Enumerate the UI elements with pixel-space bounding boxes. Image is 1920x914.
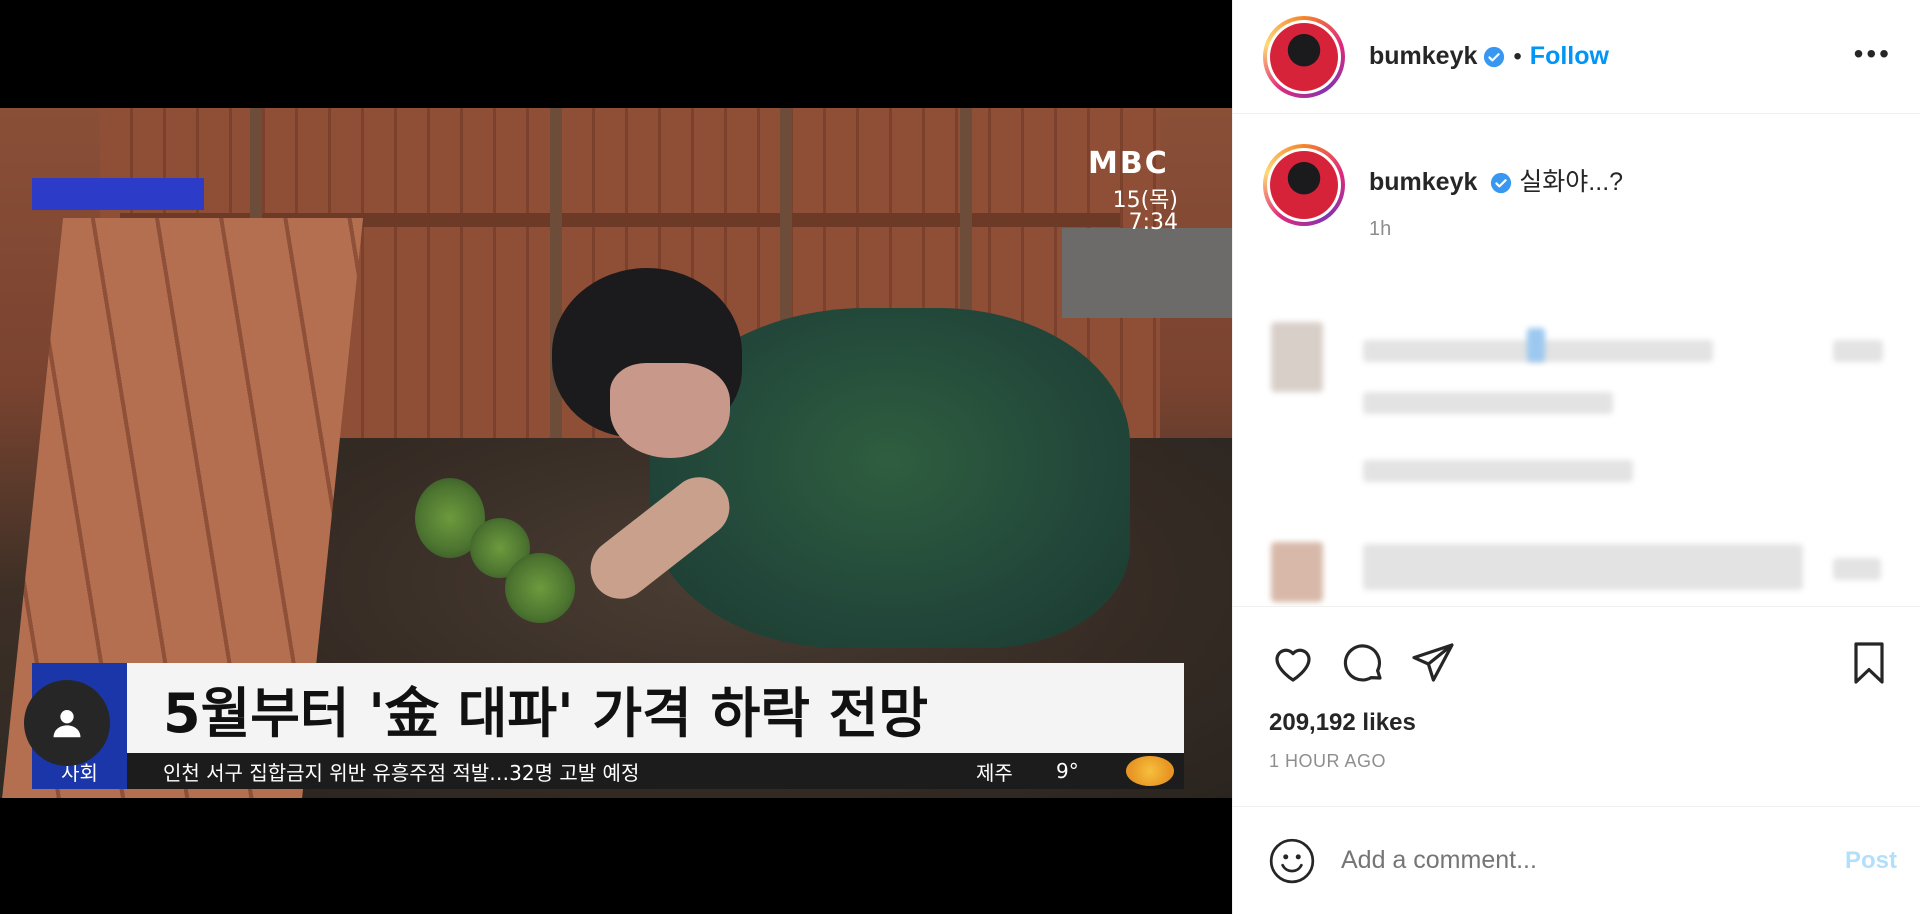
video-player[interactable]: MBC 15(목) 7:34 5월부터 '金 대파' 가격 하락 전망 사회 인… bbox=[0, 0, 1232, 914]
avatar-image bbox=[1270, 22, 1338, 91]
verified-badge-icon bbox=[1491, 173, 1512, 194]
blurred-text bbox=[1833, 558, 1881, 580]
header-username[interactable]: bumkeyk bbox=[1369, 42, 1477, 71]
bookmark-icon bbox=[1854, 642, 1884, 684]
weather-temp: 9° bbox=[1056, 759, 1079, 783]
add-comment-bar: Post bbox=[1233, 806, 1920, 914]
blurred-avatar bbox=[1271, 322, 1323, 392]
separator-dot: • bbox=[1513, 42, 1522, 70]
follow-button[interactable]: Follow bbox=[1530, 42, 1609, 71]
avatar-inner bbox=[1267, 148, 1341, 222]
heart-icon bbox=[1275, 648, 1311, 682]
send-icon bbox=[1412, 643, 1454, 682]
broadcaster-logo: MBC bbox=[1088, 146, 1169, 181]
avatar[interactable] bbox=[1263, 144, 1345, 226]
caption-comment: bumkeyk 실화야...? 1h bbox=[1233, 114, 1920, 241]
post-comment-button[interactable]: Post bbox=[1845, 847, 1897, 875]
user-icon bbox=[53, 710, 81, 738]
news-ticker: 사회 인천 서구 집합금지 위반 유흥주점 적발…32명 고발 예정 제주 9° bbox=[32, 753, 1184, 789]
caption-text: 실화야...? bbox=[1519, 168, 1624, 196]
broadcast-time: 7:34 bbox=[1128, 210, 1178, 235]
weather-sun-icon bbox=[1126, 756, 1174, 786]
share-button[interactable] bbox=[1405, 635, 1461, 691]
weather-region: 제주 bbox=[976, 760, 1013, 785]
caption-username[interactable]: bumkeyk bbox=[1369, 168, 1477, 196]
caption-body: bumkeyk 실화야...? 1h bbox=[1369, 144, 1623, 241]
blurred-text bbox=[1363, 544, 1803, 590]
blurred-text bbox=[1833, 340, 1883, 362]
emoji-icon[interactable] bbox=[1267, 836, 1317, 886]
post-header: bumkeyk • Follow ••• bbox=[1233, 0, 1920, 114]
ticker-text: 인천 서구 집합금지 위반 유흥주점 적발…32명 고발 예정 bbox=[163, 760, 640, 785]
comment-icon bbox=[1343, 644, 1382, 682]
likes-count[interactable]: 209,192 likes bbox=[1233, 691, 1920, 737]
post-side-panel: bumkeyk • Follow ••• bumkeyk 실화야...? 1h … bbox=[1232, 0, 1920, 914]
video-scene-person-face bbox=[610, 363, 730, 458]
avatar[interactable] bbox=[1263, 15, 1345, 98]
verified-badge-icon bbox=[1484, 46, 1505, 67]
video-scene-stone bbox=[1062, 228, 1232, 318]
tagged-users-button[interactable] bbox=[24, 680, 110, 766]
blurred-text bbox=[1363, 392, 1613, 414]
caption-line: bumkeyk 실화야...? bbox=[1369, 162, 1623, 198]
post-actions: 209,192 likes 1 HOUR AGO bbox=[1233, 606, 1920, 806]
comment-button[interactable] bbox=[1335, 635, 1391, 691]
comment-input[interactable] bbox=[1341, 846, 1845, 875]
caption-time[interactable]: 1h bbox=[1369, 218, 1623, 241]
avatar-image bbox=[1270, 151, 1338, 219]
save-button[interactable] bbox=[1841, 635, 1897, 691]
blurred-avatar bbox=[1271, 542, 1323, 602]
like-button[interactable] bbox=[1265, 635, 1321, 691]
blurred-text bbox=[1363, 460, 1633, 482]
broadcast-label-bar bbox=[32, 178, 204, 210]
avatar-inner bbox=[1267, 19, 1341, 94]
news-headline-banner: 5월부터 '金 대파' 가격 하락 전망 bbox=[32, 663, 1184, 753]
news-headline: 5월부터 '金 대파' 가격 하락 전망 bbox=[163, 681, 929, 745]
post-timestamp[interactable]: 1 HOUR AGO bbox=[1233, 737, 1920, 772]
video-scene-plant bbox=[505, 553, 575, 623]
action-icon-row bbox=[1233, 607, 1920, 691]
video-frame[interactable]: MBC 15(목) 7:34 5월부터 '金 대파' 가격 하락 전망 사회 인… bbox=[0, 108, 1232, 798]
more-options-button[interactable]: ••• bbox=[1854, 40, 1892, 68]
comments-section[interactable]: bumkeyk 실화야...? 1h bbox=[1233, 114, 1920, 606]
blurred-text bbox=[1527, 328, 1545, 362]
